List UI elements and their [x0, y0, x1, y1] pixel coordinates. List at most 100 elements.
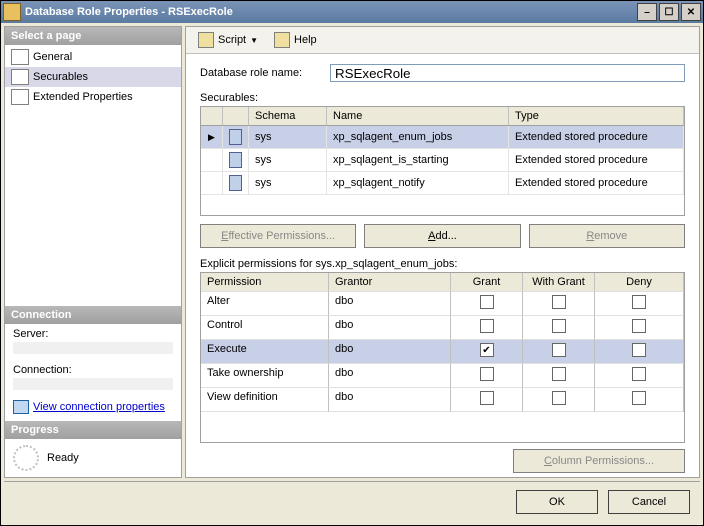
- progress-spinner-icon: [13, 445, 39, 471]
- schema-cell: sys: [249, 126, 327, 149]
- permission-cell: View definition: [201, 388, 329, 412]
- effective-permissions-button[interactable]: Effective Permissions...: [200, 224, 356, 248]
- grantor-cell: dbo: [329, 340, 451, 364]
- checkbox[interactable]: [480, 319, 494, 333]
- view-connection-properties-link[interactable]: View connection properties: [5, 396, 181, 418]
- script-label: Script: [218, 34, 246, 46]
- permission-cell: Control: [201, 316, 329, 340]
- help-button[interactable]: Help: [268, 30, 323, 50]
- dialog-footer: OK Cancel: [4, 481, 700, 522]
- row-indicator: [201, 172, 223, 195]
- schema-col[interactable]: Schema: [249, 107, 327, 126]
- progress-row: Ready: [5, 439, 181, 477]
- permission-row[interactable]: Alterdbo: [201, 292, 684, 316]
- page-list: General Securables Extended Properties: [5, 45, 181, 109]
- permission-row[interactable]: Executedbo: [201, 340, 684, 364]
- checkbox[interactable]: [480, 391, 494, 405]
- securables-grid[interactable]: Schema Name Type ▶ sysxp_sqlagent_enum_jo…: [200, 106, 685, 216]
- ok-button[interactable]: OK: [516, 490, 598, 514]
- permissions-grid[interactable]: Permission Grantor Grant With Grant Deny…: [200, 272, 685, 443]
- name-col[interactable]: Name: [327, 107, 509, 126]
- checkbox[interactable]: [480, 295, 494, 309]
- checkbox[interactable]: [552, 367, 566, 381]
- type-col[interactable]: Type: [509, 107, 684, 126]
- withgrant-cell: [523, 388, 595, 412]
- grant-col[interactable]: Grant: [451, 273, 523, 292]
- permission-cell: Alter: [201, 292, 329, 316]
- checkbox[interactable]: [552, 319, 566, 333]
- connection-value: [13, 378, 173, 390]
- nav-label: Extended Properties: [33, 91, 133, 103]
- nav-label: General: [33, 51, 72, 63]
- connection-label: Connection:: [5, 360, 181, 376]
- deny-col[interactable]: Deny: [595, 273, 684, 292]
- securable-row[interactable]: sysxp_sqlagent_notifyExtended stored pro…: [201, 172, 684, 195]
- app-icon: [3, 3, 21, 21]
- deny-cell: [595, 292, 684, 316]
- checkbox[interactable]: [632, 343, 646, 357]
- stored-procedure-icon: [229, 175, 242, 191]
- checkbox[interactable]: [552, 391, 566, 405]
- right-panel: Script ▼ Help Database role name: Secura…: [185, 26, 700, 478]
- row-indicator: ▶: [201, 126, 223, 149]
- add-button[interactable]: Add...: [364, 224, 520, 248]
- page-icon: [11, 89, 29, 105]
- minimize-button[interactable]: –: [637, 3, 657, 21]
- grant-cell: [451, 292, 523, 316]
- permission-row[interactable]: Take ownershipdbo: [201, 364, 684, 388]
- securable-icon-cell: [223, 172, 249, 195]
- withgrant-col[interactable]: With Grant: [523, 273, 595, 292]
- schema-cell: sys: [249, 172, 327, 195]
- link-icon: [13, 400, 29, 414]
- toolbar: Script ▼ Help: [186, 27, 699, 54]
- script-button[interactable]: Script ▼: [192, 30, 264, 50]
- permission-row[interactable]: Controldbo: [201, 316, 684, 340]
- cancel-button[interactable]: Cancel: [608, 490, 690, 514]
- nav-item-extended-properties[interactable]: Extended Properties: [5, 87, 181, 107]
- role-name-input[interactable]: [330, 64, 685, 82]
- role-name-label: Database role name:: [200, 67, 330, 79]
- checkbox[interactable]: [480, 367, 494, 381]
- type-cell: Extended stored procedure: [509, 149, 684, 172]
- nav-item-general[interactable]: General: [5, 47, 181, 67]
- grant-cell: [451, 364, 523, 388]
- securables-label: Securables:: [200, 92, 685, 104]
- deny-cell: [595, 388, 684, 412]
- securable-row[interactable]: ▶ sysxp_sqlagent_enum_jobsExtended stored…: [201, 126, 684, 149]
- remove-button[interactable]: Remove: [529, 224, 685, 248]
- help-icon: [274, 32, 290, 48]
- column-permissions-button[interactable]: Column Permissions...: [513, 449, 685, 473]
- deny-cell: [595, 316, 684, 340]
- script-icon: [198, 32, 214, 48]
- grantor-col[interactable]: Grantor: [329, 273, 451, 292]
- page-icon: [11, 69, 29, 85]
- progress-header: Progress: [5, 421, 181, 439]
- withgrant-cell: [523, 364, 595, 388]
- checkbox[interactable]: [480, 343, 494, 357]
- withgrant-cell: [523, 316, 595, 340]
- maximize-button[interactable]: ☐: [659, 3, 679, 21]
- nav-item-securables[interactable]: Securables: [5, 67, 181, 87]
- checkbox[interactable]: [632, 319, 646, 333]
- stored-procedure-icon: [229, 152, 242, 168]
- securable-icon-cell: [223, 149, 249, 172]
- chevron-down-icon: ▼: [250, 36, 258, 45]
- type-cell: Extended stored procedure: [509, 172, 684, 195]
- permission-row[interactable]: View definitiondbo: [201, 388, 684, 412]
- checkbox[interactable]: [632, 295, 646, 309]
- checkbox[interactable]: [632, 391, 646, 405]
- grantor-cell: dbo: [329, 292, 451, 316]
- type-cell: Extended stored procedure: [509, 126, 684, 149]
- left-panel: Select a page General Securables Extende…: [4, 26, 182, 478]
- checkbox[interactable]: [552, 295, 566, 309]
- dialog-window: Database Role Properties - RSExecRole – …: [0, 0, 704, 526]
- checkbox[interactable]: [552, 343, 566, 357]
- schema-cell: sys: [249, 149, 327, 172]
- grantor-cell: dbo: [329, 388, 451, 412]
- close-button[interactable]: ✕: [681, 3, 701, 21]
- securable-row[interactable]: sysxp_sqlagent_is_startingExtended store…: [201, 149, 684, 172]
- name-cell: xp_sqlagent_enum_jobs: [327, 126, 509, 149]
- select-page-header: Select a page: [5, 27, 181, 45]
- permission-col[interactable]: Permission: [201, 273, 329, 292]
- checkbox[interactable]: [632, 367, 646, 381]
